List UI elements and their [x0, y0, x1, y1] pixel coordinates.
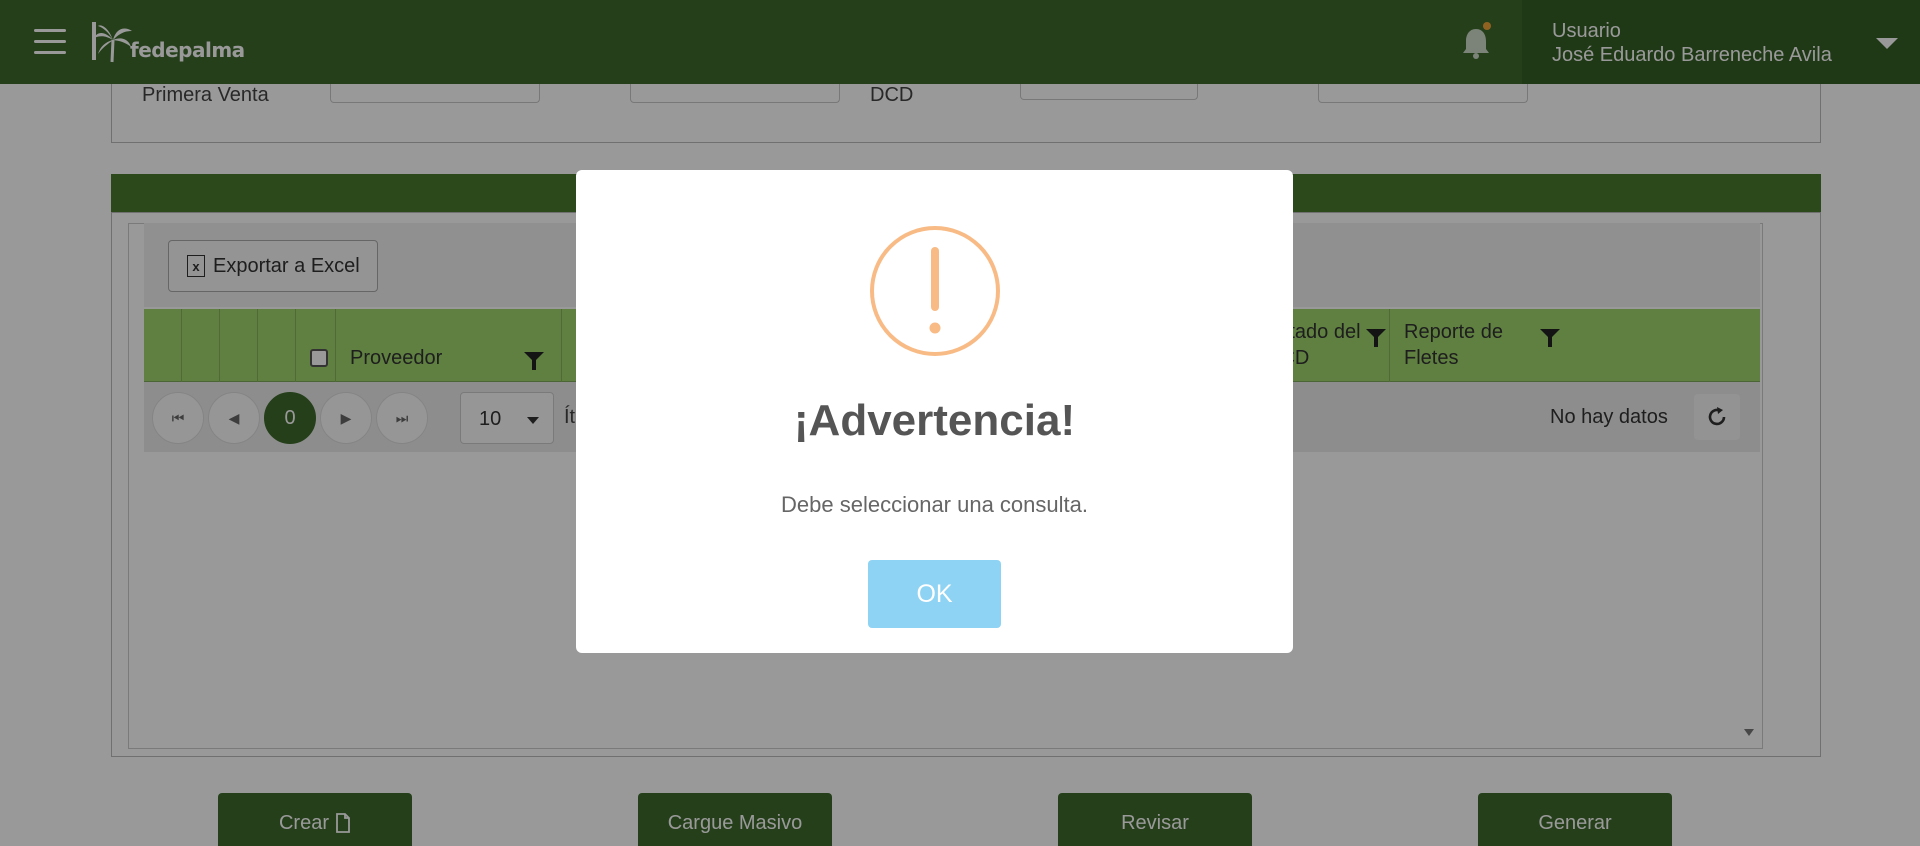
dialog-title: ¡Advertencia!	[793, 396, 1076, 445]
warning-icon	[870, 226, 1000, 356]
dialog-message: Debe seleccionar una consulta.	[781, 492, 1088, 517]
warning-dialog: ¡Advertencia! Debe seleccionar una consu…	[576, 170, 1293, 653]
ok-button[interactable]: OK	[868, 560, 1001, 628]
